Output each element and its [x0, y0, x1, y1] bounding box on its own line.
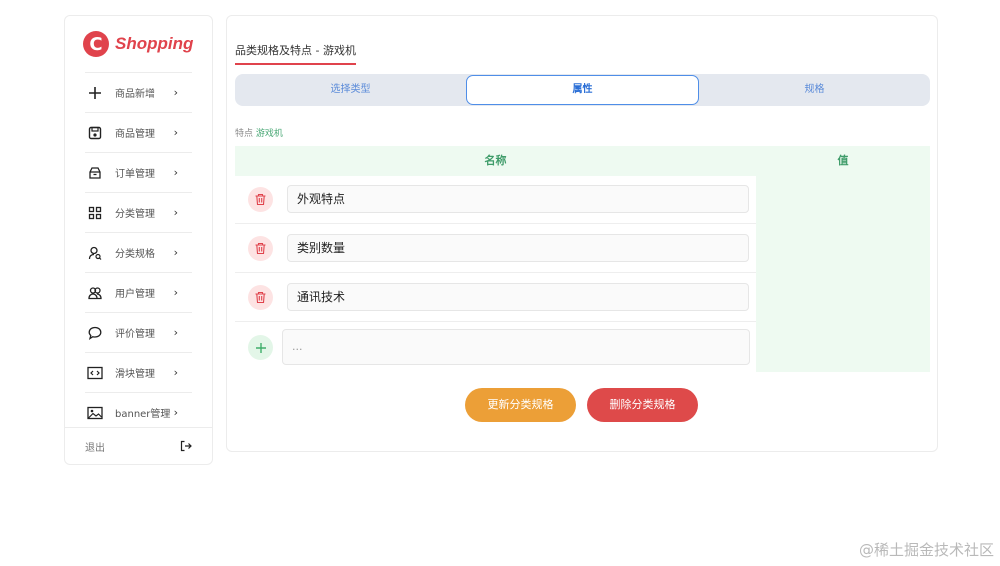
sidebar-item-label: 滑块管理 [115, 369, 155, 380]
chevron-right-icon: › [173, 246, 178, 259]
sidebar: C Shopping 商品新增 › 商品管理 › 订单管理 › 分类管理 › 分… [64, 15, 213, 465]
spec-name-input[interactable]: 外观特点 [287, 185, 749, 213]
sidebar-item-label: banner管理 [115, 409, 171, 420]
table-row: 通讯技术 [235, 274, 756, 322]
breadcrumb-prefix: 特点 [235, 129, 254, 139]
chevron-right-icon: › [173, 86, 178, 99]
plus-icon [87, 85, 103, 101]
sidebar-item-category-spec[interactable]: 分类规格 › [85, 232, 192, 272]
sidebar-item-label: 分类管理 [115, 209, 155, 220]
chevron-right-icon: › [173, 166, 178, 179]
column-value-panel: 值 [756, 146, 930, 372]
column-header-name: 名称 [235, 146, 756, 176]
sidebar-item-user-manage[interactable]: 用户管理 › [85, 272, 192, 312]
spec-table: 名称 值 外观特点 类别数量 通讯技术 ... [235, 146, 930, 372]
logout-icon [180, 437, 192, 456]
trash-icon [255, 193, 266, 206]
new-spec-input[interactable]: ... [282, 329, 750, 365]
brand-logo[interactable]: C Shopping [65, 16, 212, 72]
sidebar-item-label: 用户管理 [115, 289, 155, 300]
sidebar-item-label: 商品新增 [115, 89, 155, 100]
sidebar-item-banner-manage[interactable]: banner管理 › [85, 392, 192, 432]
logo-icon: C [83, 31, 109, 57]
update-spec-button[interactable]: 更新分类规格 [465, 388, 576, 422]
table-row: 类别数量 [235, 225, 756, 273]
trash-icon [255, 291, 266, 304]
chevron-right-icon: › [173, 126, 178, 139]
image-icon [87, 405, 103, 421]
breadcrumb-category: 游戏机 [255, 129, 283, 139]
user-search-icon [87, 245, 103, 261]
package-icon [87, 165, 103, 181]
sidebar-item-label: 订单管理 [115, 169, 155, 180]
chevron-right-icon: › [173, 206, 178, 219]
chevron-right-icon: › [173, 286, 178, 299]
sidebar-item-review-manage[interactable]: 评价管理 › [85, 312, 192, 352]
code-icon [87, 365, 103, 381]
chevron-right-icon: › [173, 366, 178, 379]
tab-specs[interactable]: 规格 [699, 75, 930, 105]
delete-row-button[interactable] [248, 285, 273, 310]
logout-button[interactable]: 退出 [65, 427, 212, 464]
spec-name-input[interactable]: 通讯技术 [287, 283, 749, 311]
chevron-right-icon: › [173, 326, 178, 339]
brand-name: Shopping [115, 34, 194, 53]
sidebar-item-product-add[interactable]: 商品新增 › [85, 72, 192, 112]
chevron-right-icon: › [173, 406, 178, 419]
delete-row-button[interactable] [248, 187, 273, 212]
sidebar-item-product-manage[interactable]: 商品管理 › [85, 112, 192, 152]
delete-spec-button[interactable]: 删除分类规格 [587, 388, 698, 422]
sidebar-item-label: 评价管理 [115, 329, 155, 340]
table-row: 外观特点 [235, 176, 756, 224]
tab-attributes[interactable]: 属性 [466, 75, 699, 105]
delete-row-button[interactable] [248, 236, 273, 261]
sidebar-nav: 商品新增 › 商品管理 › 订单管理 › 分类管理 › 分类规格 › 用户管理 … [65, 72, 212, 432]
add-row-button[interactable] [248, 335, 273, 360]
sidebar-item-order-manage[interactable]: 订单管理 › [85, 152, 192, 192]
tab-select-type[interactable]: 选择类型 [235, 75, 466, 105]
sidebar-item-label: 分类规格 [115, 249, 155, 260]
logout-label: 退出 [85, 442, 105, 454]
chat-icon [87, 325, 103, 341]
tab-bar: 选择类型 属性 规格 [235, 74, 930, 106]
breadcrumb: 特点 游戏机 [235, 126, 283, 139]
sidebar-item-label: 商品管理 [115, 129, 155, 140]
add-row: ... [235, 323, 756, 371]
grid-icon [87, 205, 103, 221]
sidebar-item-slider-manage[interactable]: 滑块管理 › [85, 352, 192, 392]
trash-icon [255, 242, 266, 255]
spec-name-input[interactable]: 类别数量 [287, 234, 749, 262]
sidebar-item-category-manage[interactable]: 分类管理 › [85, 192, 192, 232]
plus-icon [255, 342, 266, 353]
users-icon [87, 285, 103, 301]
main-panel: 品类规格及特点 - 游戏机 选择类型 属性 规格 特点 游戏机 名称 值 外观特… [226, 15, 938, 452]
page-title: 品类规格及特点 - 游戏机 [235, 42, 356, 65]
watermark: @稀土掘金技术社区 [858, 541, 994, 559]
save-icon [87, 125, 103, 141]
